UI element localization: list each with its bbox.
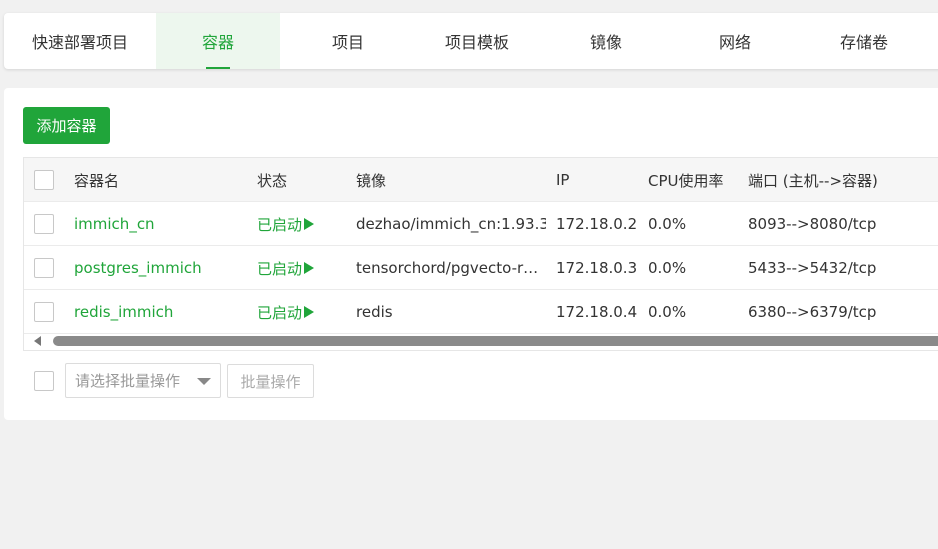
bulk-action-placeholder: 请选择批量操作 <box>75 372 181 390</box>
port-cell: 8093-->8080/tcp <box>748 215 877 233</box>
scroll-left-arrow-icon[interactable] <box>34 336 41 346</box>
column-header-image: 镜像 <box>356 171 387 190</box>
status-label: 已启动 <box>257 303 303 322</box>
tab-quick-deploy[interactable]: 快速部署项目 <box>4 13 156 69</box>
select-all-checkbox[interactable] <box>34 170 54 190</box>
bulk-action-select[interactable]: 请选择批量操作 <box>65 363 221 398</box>
containers-panel: 添加容器 容器名 状态 镜像 IP CPU使用率 端口 (主机-->容器) im… <box>4 88 938 420</box>
port-cell: 6380-->6379/tcp <box>748 303 877 321</box>
table-header: 容器名 状态 镜像 IP CPU使用率 端口 (主机-->容器) <box>24 158 938 202</box>
containers-table: 容器名 状态 镜像 IP CPU使用率 端口 (主机-->容器) immich_… <box>23 157 938 351</box>
top-tab-bar: 快速部署项目 容器 项目 项目模板 镜像 网络 存储卷 <box>4 13 938 69</box>
column-header-cpu[interactable]: CPU使用率 <box>648 158 724 202</box>
bulk-select-checkbox[interactable] <box>34 371 54 391</box>
tab-projects[interactable]: 项目 <box>280 13 416 69</box>
image-cell: tensorchord/pgvecto-r… <box>356 259 539 277</box>
column-header-ip: IP <box>556 171 570 189</box>
ip-cell: 172.18.0.2 <box>556 215 638 233</box>
add-container-button[interactable]: 添加容器 <box>23 107 110 144</box>
bulk-action-button[interactable]: 批量操作 <box>227 364 314 398</box>
table-row: redis_immich 已启动 redis 172.18.0.4 0.0% 6… <box>24 290 938 334</box>
play-icon <box>304 306 315 318</box>
chevron-down-icon <box>197 378 211 385</box>
status-toggle[interactable]: 已启动 <box>257 290 315 334</box>
ip-cell: 172.18.0.4 <box>556 303 638 321</box>
tab-networks[interactable]: 网络 <box>674 13 796 69</box>
cpu-cell: 0.0% <box>648 259 687 277</box>
row-checkbox[interactable] <box>34 214 54 234</box>
table-row: immich_cn 已启动 dezhao/immich_cn:1.93.3 17… <box>24 202 938 246</box>
column-header-status: 状态 <box>257 171 288 190</box>
cpu-cell: 0.0% <box>648 215 687 233</box>
image-cell: dezhao/immich_cn:1.93.3 <box>356 215 546 233</box>
container-name-link[interactable]: postgres_immich <box>74 246 202 290</box>
row-checkbox[interactable] <box>34 302 54 322</box>
image-cell: redis <box>356 303 393 321</box>
column-header-port: 端口 (主机-->容器) <box>748 171 878 190</box>
container-name-link[interactable]: immich_cn <box>74 202 155 246</box>
status-toggle[interactable]: 已启动 <box>257 246 315 290</box>
tab-images[interactable]: 镜像 <box>538 13 674 69</box>
status-label: 已启动 <box>257 215 303 234</box>
tab-volumes[interactable]: 存储卷 <box>796 13 932 69</box>
ip-cell: 172.18.0.3 <box>556 259 638 277</box>
play-icon <box>304 262 315 274</box>
container-name-link[interactable]: redis_immich <box>74 290 173 334</box>
column-header-name[interactable]: 容器名 <box>74 158 119 202</box>
cpu-cell: 0.0% <box>648 303 687 321</box>
row-checkbox[interactable] <box>34 258 54 278</box>
status-toggle[interactable]: 已启动 <box>257 202 315 246</box>
port-cell: 5433-->5432/tcp <box>748 259 877 277</box>
tab-containers[interactable]: 容器 <box>156 13 280 69</box>
horizontal-scrollbar[interactable] <box>53 336 938 346</box>
status-label: 已启动 <box>257 259 303 278</box>
tab-project-templates[interactable]: 项目模板 <box>416 13 538 69</box>
play-icon <box>304 218 315 230</box>
table-row: postgres_immich 已启动 tensorchord/pgvecto-… <box>24 246 938 290</box>
